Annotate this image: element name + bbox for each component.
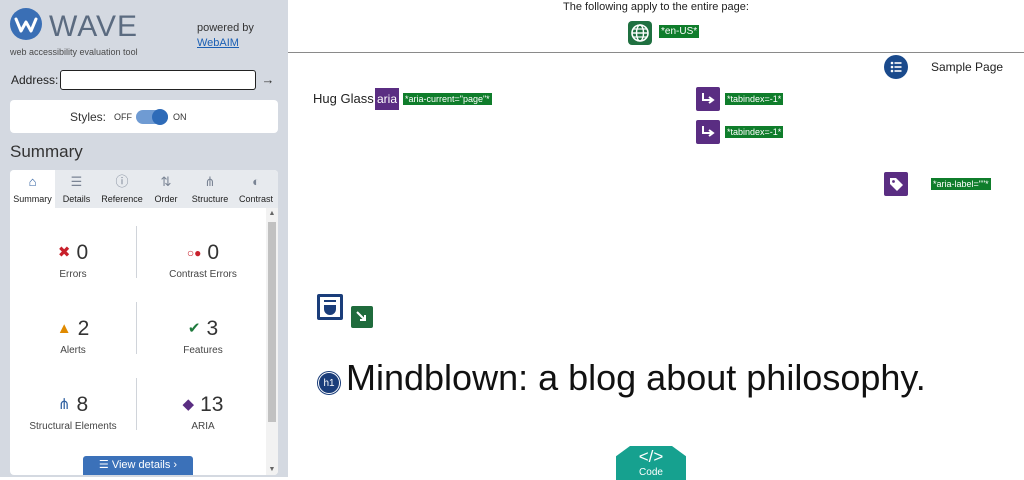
panel-scrollbar[interactable]: ▲ ▼	[266, 208, 278, 475]
language-tag: *en-US*	[659, 25, 700, 38]
tab-label: Structure	[191, 194, 229, 204]
summary-heading: Summary	[10, 142, 83, 161]
panel-tabs: ⌂ Summary ☰ Details ⓘ Reference ⇅ Order …	[10, 170, 278, 208]
wave-sidebar: WAVE web accessibility evaluation tool p…	[0, 0, 288, 477]
aria-label-icon[interactable]	[884, 172, 908, 196]
code-icon: </>	[638, 447, 664, 466]
h1-badge-icon[interactable]: h1	[318, 372, 340, 394]
language-globe-icon[interactable]	[628, 21, 652, 45]
features-count: 3	[206, 317, 219, 340]
tabindex-icon[interactable]	[696, 87, 720, 111]
tab-label: Order	[154, 194, 178, 204]
header-region-icon[interactable]	[317, 294, 343, 320]
alert-icon: ▲	[56, 320, 72, 337]
address-input[interactable]	[60, 70, 256, 90]
stat-aria[interactable]: ◆ 13 ARIA	[140, 393, 266, 432]
error-icon: ✖	[57, 244, 71, 261]
wave-logo-icon	[10, 8, 42, 40]
summary-panel: ⌂ Summary ☰ Details ⓘ Reference ⇅ Order …	[10, 170, 278, 475]
tab-structure[interactable]: ⋔ Structure	[186, 170, 234, 208]
page-level-note: The following apply to the entire page:	[563, 1, 749, 13]
scroll-down-icon[interactable]: ▼	[266, 466, 278, 473]
info-icon: ⓘ	[115, 174, 129, 189]
home-icon: ⌂	[28, 174, 37, 189]
code-label: Code	[639, 467, 663, 478]
tabindex-icon[interactable]	[696, 120, 720, 144]
tab-label: Contrast	[238, 194, 273, 204]
styles-toggle-switch[interactable]	[136, 109, 168, 125]
order-icon: ⇅	[160, 174, 172, 189]
styles-on-label: ON	[173, 112, 187, 122]
tab-label: Details	[62, 194, 91, 204]
divider	[136, 226, 137, 278]
errors-count: 0	[76, 241, 89, 264]
webaim-link[interactable]: WebAIM	[197, 37, 239, 49]
tab-details[interactable]: ☰ Details	[55, 170, 98, 208]
contrast-errors-count: 0	[207, 241, 220, 264]
contrast-errors-label: Contrast Errors	[169, 269, 237, 280]
stat-errors[interactable]: ✖ 0 Errors	[10, 241, 136, 280]
wave-logo-subtitle: web accessibility evaluation tool	[10, 47, 138, 57]
navigation-icon[interactable]	[884, 55, 908, 79]
toggle-knob	[152, 109, 168, 125]
tab-label: Reference	[101, 194, 143, 204]
wave-logo-text: WAVE	[49, 10, 139, 43]
skip-link-icon[interactable]	[351, 306, 373, 328]
site-title-link[interactable]: Hug Glass	[313, 91, 374, 106]
view-details-button[interactable]: ☰ View details ›	[83, 456, 193, 475]
structure-icon: ⋔	[57, 396, 71, 413]
aria-badge-icon[interactable]: aria	[375, 88, 399, 110]
tab-order[interactable]: ⇅ Order	[146, 170, 186, 208]
tabindex-tag: *tabindex=-1*	[725, 126, 784, 138]
scroll-up-icon[interactable]: ▲	[266, 210, 278, 217]
scroll-thumb[interactable]	[268, 222, 276, 422]
code-toggle-button[interactable]: </> Code	[616, 446, 686, 480]
address-go-arrow-icon[interactable]: →	[258, 70, 278, 90]
summary-stats: ✖ 0 Errors ○● 0 Contrast Errors ▲ 2 Alerts …	[10, 208, 266, 475]
aria-count: 13	[200, 393, 224, 416]
structural-label: Structural Elements	[29, 421, 117, 432]
alerts-count: 2	[77, 317, 90, 340]
powered-by-label: powered by	[197, 22, 254, 34]
styles-label: Styles:	[70, 110, 107, 124]
list-icon: ☰	[70, 174, 83, 189]
contrast-error-icon: ○●	[186, 246, 202, 260]
page-heading-h1: Mindblown: a blog about philosophy.	[346, 357, 926, 398]
styles-toggle-box: Styles: OFF ON	[10, 100, 278, 133]
features-label: Features	[183, 345, 223, 356]
feature-icon: ✔	[187, 320, 201, 337]
stat-features[interactable]: ✔ 3 Features	[140, 317, 266, 356]
tabindex-tag: *tabindex=-1*	[725, 93, 784, 105]
tab-summary[interactable]: ⌂ Summary	[10, 170, 55, 208]
stat-alerts[interactable]: ▲ 2 Alerts	[10, 317, 136, 356]
divider	[136, 302, 137, 354]
aria-label: ARIA	[191, 421, 215, 432]
structural-count: 8	[76, 393, 89, 416]
aria-current-tag: *aria-current="page"*	[403, 93, 492, 105]
styles-off-label: OFF	[114, 112, 132, 122]
divider	[136, 378, 137, 430]
address-label: Address:	[11, 73, 59, 87]
sample-page-link[interactable]: Sample Page	[931, 60, 1003, 74]
aria-label-tag: *aria-label=""*	[931, 178, 991, 190]
contrast-icon: ◐	[252, 174, 260, 189]
tab-reference[interactable]: ⓘ Reference	[98, 170, 146, 208]
tab-label: Summary	[13, 194, 52, 204]
tab-contrast[interactable]: ◐ Contrast	[234, 170, 278, 208]
alerts-label: Alerts	[60, 345, 86, 356]
page-content: The following apply to the entire page: …	[288, 0, 1024, 480]
errors-label: Errors	[59, 269, 87, 280]
stat-contrast-errors[interactable]: ○● 0 Contrast Errors	[140, 241, 266, 280]
aria-icon: ◆	[182, 396, 195, 413]
stat-structural-elements[interactable]: ⋔ 8 Structural Elements	[10, 393, 136, 432]
structure-icon: ⋔	[204, 174, 216, 189]
page-level-bar: The following apply to the entire page: …	[288, 0, 1024, 53]
